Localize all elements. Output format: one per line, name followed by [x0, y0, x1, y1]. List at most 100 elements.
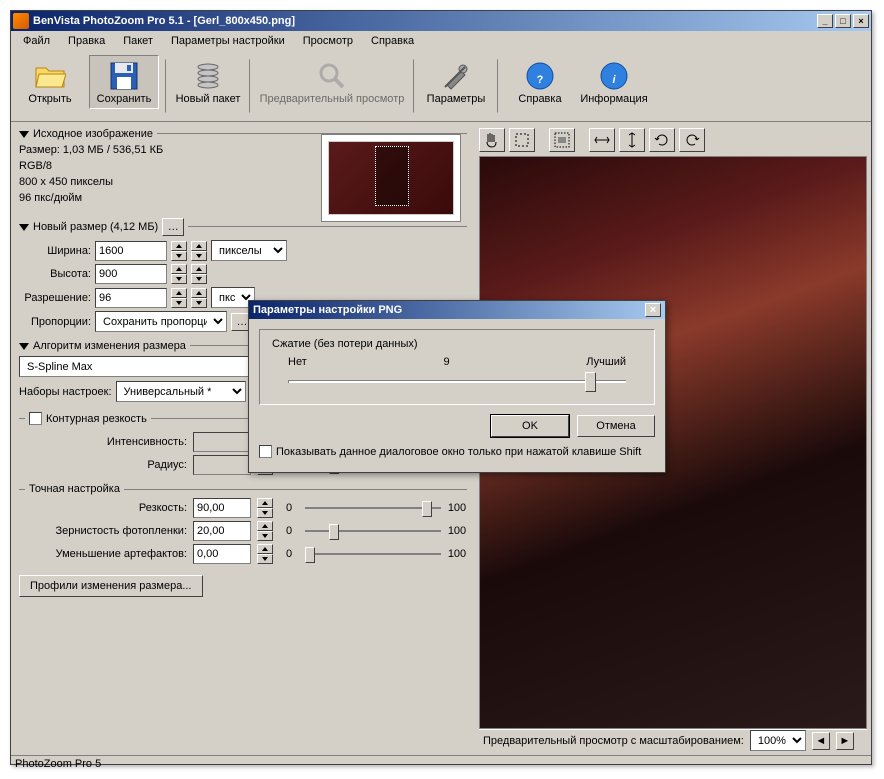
width-spinner[interactable]: [171, 241, 187, 261]
collapse-icon: [19, 131, 29, 138]
sharpness-input[interactable]: [193, 498, 251, 518]
compression-max: Лучший: [586, 356, 626, 368]
show-shift-checkbox[interactable]: Показывать данное диалоговое окно только…: [259, 445, 655, 458]
maximize-button[interactable]: □: [835, 14, 851, 28]
grain-input[interactable]: [193, 521, 251, 541]
height-label: Высота:: [19, 268, 91, 280]
app-icon: [13, 13, 29, 29]
compression-value: 9: [443, 356, 449, 368]
proportions-label: Пропорции:: [19, 316, 91, 328]
artifact-spinner[interactable]: [257, 544, 273, 564]
save-button[interactable]: Сохранить: [89, 55, 159, 109]
width-spinner2[interactable]: [191, 241, 207, 261]
pan-tool-button[interactable]: [479, 128, 505, 152]
separator: [249, 59, 251, 113]
menu-edit[interactable]: Правка: [60, 33, 113, 49]
presets-label: Наборы настроек:: [19, 386, 112, 398]
compression-slider[interactable]: [288, 372, 626, 396]
proportions-select[interactable]: Сохранить пропорции: [95, 311, 227, 332]
thumbnail[interactable]: [321, 134, 461, 222]
separator: [413, 59, 415, 113]
radius-label: Радиус:: [19, 459, 187, 471]
height-spinner2[interactable]: [191, 264, 207, 284]
res-spinner2[interactable]: [191, 288, 207, 308]
floppy-disk-icon: [108, 60, 140, 92]
dialog-titlebar[interactable]: Параметры настройки PNG ×: [249, 301, 665, 319]
zoom-bar: Предварительный просмотр с масштабирован…: [479, 729, 867, 751]
open-button[interactable]: Открыть: [15, 55, 85, 109]
preset-select[interactable]: Универсальный *: [116, 381, 246, 402]
compression-min: Нет: [288, 356, 307, 368]
width-input[interactable]: [95, 241, 167, 261]
dialog-close-button[interactable]: ×: [645, 303, 661, 317]
batch-icon: [192, 60, 224, 92]
view-toolbar: [479, 126, 867, 154]
flip-h-button[interactable]: [589, 128, 615, 152]
params-button[interactable]: Параметры: [421, 55, 491, 109]
zoom-label: Предварительный просмотр с масштабирован…: [483, 735, 744, 747]
width-label: Ширина:: [19, 245, 91, 257]
magnifier-icon: [316, 60, 348, 92]
thumbnail-selection[interactable]: [375, 146, 409, 206]
radius-input: [193, 455, 251, 475]
window-title: BenVista PhotoZoom Pro 5.1 - [Gerl_800x4…: [33, 15, 817, 27]
select-tool-button[interactable]: [509, 128, 535, 152]
artifact-slider[interactable]: [305, 544, 441, 564]
svg-text:?: ?: [537, 74, 544, 86]
collapse-icon: [19, 343, 29, 350]
toolbar: Открыть Сохранить Новый пакет Предварите…: [11, 51, 871, 122]
resolution-input[interactable]: [95, 288, 167, 308]
menu-view[interactable]: Просмотр: [295, 33, 361, 49]
info-button[interactable]: i Информация: [579, 55, 649, 109]
new-batch-button[interactable]: Новый пакет: [173, 55, 243, 109]
menu-help[interactable]: Справка: [363, 33, 422, 49]
flip-v-button[interactable]: [619, 128, 645, 152]
unit-select[interactable]: пикселы: [211, 240, 287, 261]
newsize-more-button[interactable]: …: [162, 218, 184, 236]
zoom-next-button[interactable]: ►: [836, 732, 854, 750]
png-settings-dialog: Параметры настройки PNG × Сжатие (без по…: [248, 300, 666, 473]
artifact-label: Уменьшение артефактов:: [19, 548, 187, 560]
tools-icon: [440, 60, 472, 92]
menu-batch[interactable]: Пакет: [115, 33, 161, 49]
sharpness-slider[interactable]: [305, 498, 441, 518]
resolution-label: Разрешение:: [19, 292, 91, 304]
separator: [165, 59, 167, 113]
folder-open-icon: [34, 60, 66, 92]
intensity-label: Интенсивность:: [19, 436, 187, 448]
height-spinner[interactable]: [171, 264, 187, 284]
help-button[interactable]: ? Справка: [505, 55, 575, 109]
sharpness-spinner[interactable]: [257, 498, 273, 518]
rotate-cw-button[interactable]: [679, 128, 705, 152]
fine-tune-label: Точная настройка: [29, 483, 120, 495]
fit-button[interactable]: [549, 128, 575, 152]
grain-label: Зернистость фотопленки:: [19, 525, 187, 537]
minimize-button[interactable]: _: [817, 14, 833, 28]
artifact-input[interactable]: [193, 544, 251, 564]
intensity-input: [193, 432, 251, 452]
statusbar: PhotoZoom Pro 5: [11, 755, 871, 775]
separator: [497, 59, 499, 113]
titlebar[interactable]: BenVista PhotoZoom Pro 5.1 - [Gerl_800x4…: [11, 11, 871, 31]
grain-slider[interactable]: [305, 521, 441, 541]
rotate-ccw-button[interactable]: [649, 128, 675, 152]
ok-button[interactable]: OK: [491, 415, 569, 437]
res-spinner[interactable]: [171, 288, 187, 308]
zoom-prev-button[interactable]: ◄: [812, 732, 830, 750]
zoom-select[interactable]: 100%: [750, 730, 806, 751]
menubar: Файл Правка Пакет Параметры настройки Пр…: [11, 31, 871, 51]
menu-file[interactable]: Файл: [15, 33, 58, 49]
profiles-button[interactable]: Профили изменения размера...: [19, 575, 203, 597]
contour-checkbox[interactable]: Контурная резкость: [29, 412, 147, 425]
menu-settings[interactable]: Параметры настройки: [163, 33, 293, 49]
collapse-icon: [19, 224, 29, 231]
info-icon: i: [598, 60, 630, 92]
sharpness-label: Резкость:: [19, 502, 187, 514]
cancel-button[interactable]: Отмена: [577, 415, 655, 437]
preview-button[interactable]: Предварительный просмотр: [257, 55, 407, 109]
height-input[interactable]: [95, 264, 167, 284]
help-icon: ?: [524, 60, 556, 92]
grain-spinner[interactable]: [257, 521, 273, 541]
compression-legend: Сжатие (без потери данных): [268, 338, 422, 350]
close-button[interactable]: ×: [853, 14, 869, 28]
